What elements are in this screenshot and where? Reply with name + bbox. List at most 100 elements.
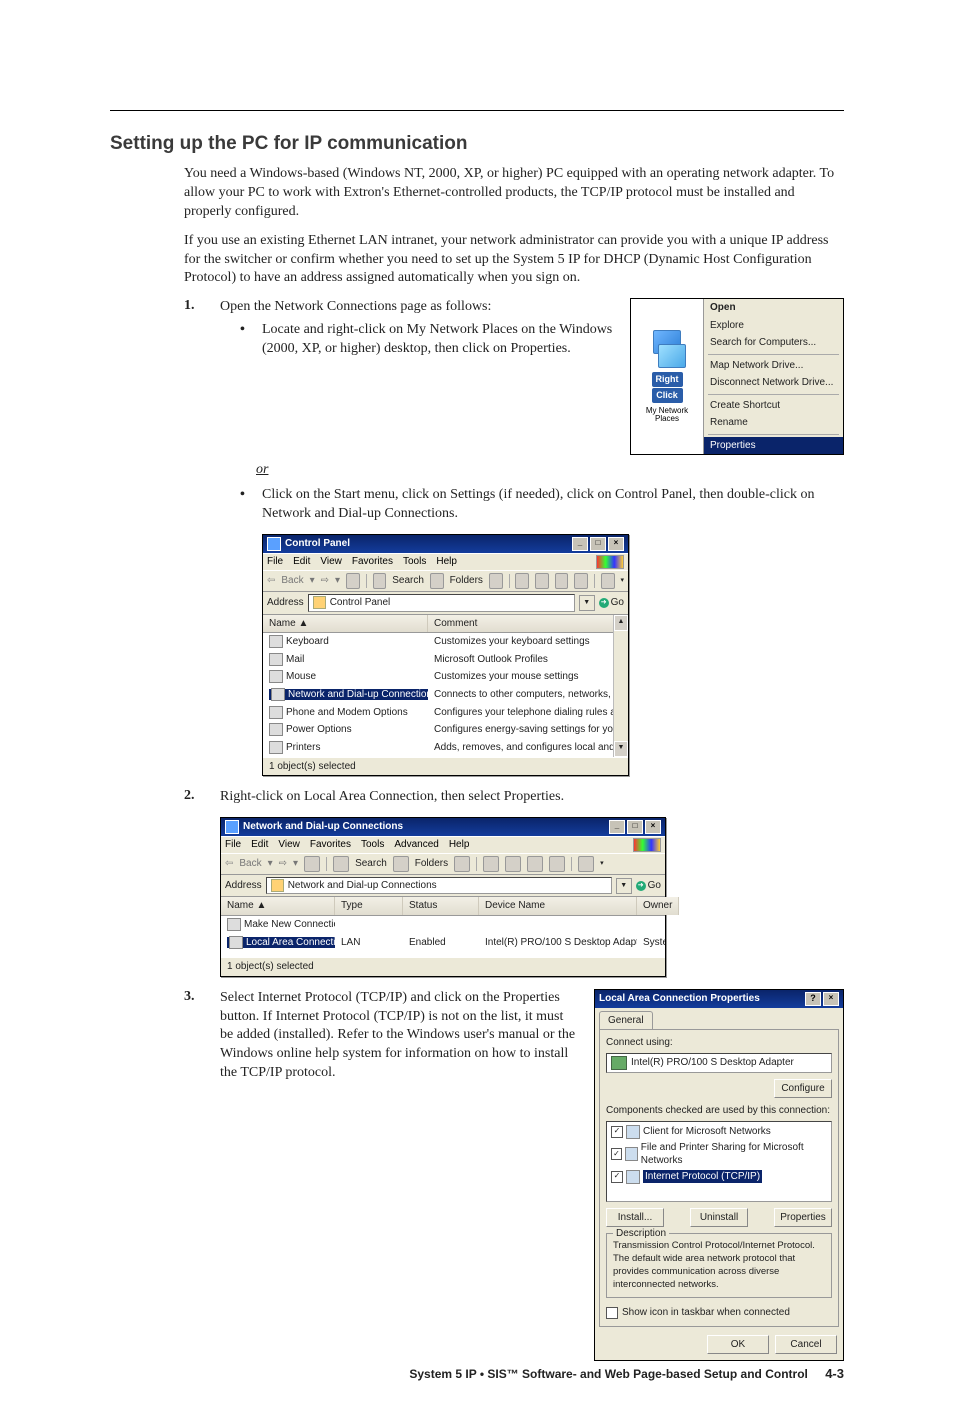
footer-page: 4-3 — [825, 1366, 844, 1381]
close-button[interactable]: × — [608, 537, 624, 551]
tab-general[interactable]: General — [599, 1011, 653, 1030]
checkbox[interactable]: ✓ — [611, 1126, 623, 1138]
list-item[interactable]: MouseCustomizes your mouse settings — [263, 668, 628, 686]
address-input[interactable]: Network and Dial-up Connections — [266, 877, 612, 895]
list-item[interactable]: Local Area ConnectionLANEnabledIntel(R) … — [221, 934, 665, 952]
window-titlebar[interactable]: Local Area Connection Properties ? × — [595, 990, 843, 1008]
ctx-properties[interactable]: Properties — [704, 437, 843, 455]
list-item[interactable]: Phone and Modem OptionsConfigures your t… — [263, 704, 628, 722]
ctx-map-drive[interactable]: Map Network Drive... — [704, 357, 843, 375]
menu-favorites[interactable]: Favorites — [352, 555, 393, 569]
menu-file[interactable]: File — [267, 555, 283, 569]
delete-icon[interactable] — [527, 856, 543, 872]
history-icon[interactable] — [454, 856, 470, 872]
folders-icon[interactable] — [393, 856, 409, 872]
properties-button[interactable]: Properties — [774, 1208, 832, 1228]
col-device[interactable]: Device Name — [479, 897, 637, 915]
up-icon[interactable] — [346, 573, 360, 589]
close-button[interactable]: × — [645, 820, 661, 834]
close-button[interactable]: × — [823, 992, 839, 1006]
col-name[interactable]: Name ▲ — [263, 615, 428, 633]
folders-icon[interactable] — [430, 573, 444, 589]
go-icon: ➜ — [636, 881, 646, 891]
install-button[interactable]: Install... — [606, 1208, 664, 1228]
menu-advanced[interactable]: Advanced — [394, 838, 438, 852]
list-item[interactable]: Make New Connection — [221, 916, 665, 934]
list-item[interactable]: Network and Dial-up ConnectionsConnects … — [263, 686, 628, 704]
move-icon[interactable] — [515, 573, 529, 589]
component-item[interactable]: ✓Internet Protocol (TCP/IP) — [609, 1169, 829, 1185]
window-titlebar[interactable]: Network and Dial-up Connections _ □ × — [221, 818, 665, 836]
configure-button[interactable]: Configure — [774, 1079, 832, 1099]
go-button[interactable]: ➜ Go — [599, 596, 624, 610]
scroll-down-icon[interactable]: ▼ — [614, 741, 628, 757]
toolbar-folders[interactable]: Folders — [415, 857, 448, 871]
menu-help[interactable]: Help — [436, 555, 457, 569]
show-icon-checkbox[interactable] — [606, 1307, 618, 1319]
ctx-search-computers[interactable]: Search for Computers... — [704, 334, 843, 352]
go-button[interactable]: ➜ Go — [636, 879, 661, 893]
maximize-button[interactable]: □ — [627, 820, 643, 834]
component-item[interactable]: ✓File and Printer Sharing for Microsoft … — [609, 1140, 829, 1169]
copy-icon[interactable] — [505, 856, 521, 872]
search-icon[interactable] — [333, 856, 349, 872]
uninstall-button[interactable]: Uninstall — [690, 1208, 748, 1228]
history-icon[interactable] — [489, 573, 503, 589]
menu-favorites[interactable]: Favorites — [310, 838, 351, 852]
menu-view[interactable]: View — [278, 838, 300, 852]
address-dropdown[interactable]: ▼ — [579, 595, 595, 611]
undo-icon[interactable] — [574, 573, 588, 589]
menu-file[interactable]: File — [225, 838, 241, 852]
maximize-button[interactable]: □ — [590, 537, 606, 551]
checkbox[interactable]: ✓ — [611, 1171, 623, 1183]
move-icon[interactable] — [483, 856, 499, 872]
ctx-open[interactable]: Open — [704, 299, 843, 317]
window-titlebar[interactable]: Control Panel _ □ × — [263, 535, 628, 553]
network-places-label: My Network Places — [633, 407, 701, 423]
menu-tools[interactable]: Tools — [361, 838, 384, 852]
scrollbar[interactable]: ▲ ▼ — [613, 615, 628, 757]
minimize-button[interactable]: _ — [572, 537, 588, 551]
description-legend: Description — [613, 1227, 669, 1241]
toolbar-search[interactable]: Search — [392, 574, 424, 588]
address-dropdown[interactable]: ▼ — [616, 878, 632, 894]
up-icon[interactable] — [304, 856, 320, 872]
list-item[interactable]: PrintersAdds, removes, and configures lo… — [263, 739, 628, 757]
list-item[interactable]: KeyboardCustomizes your keyboard setting… — [263, 633, 628, 651]
copy-icon[interactable] — [535, 573, 549, 589]
back-button[interactable]: Back — [239, 857, 261, 871]
toolbar-folders[interactable]: Folders — [450, 574, 483, 588]
menu-view[interactable]: View — [320, 555, 342, 569]
col-comment[interactable]: Comment — [428, 615, 614, 633]
views-icon[interactable] — [601, 573, 615, 589]
col-owner[interactable]: Owner — [637, 897, 679, 915]
undo-icon[interactable] — [549, 856, 565, 872]
views-icon[interactable] — [578, 856, 594, 872]
list-item[interactable]: MailMicrosoft Outlook Profiles — [263, 651, 628, 669]
col-name[interactable]: Name ▲ — [221, 897, 335, 915]
col-type[interactable]: Type — [335, 897, 403, 915]
component-item[interactable]: ✓Client for Microsoft Networks — [609, 1124, 829, 1140]
toolbar-search[interactable]: Search — [355, 857, 387, 871]
ctx-create-shortcut[interactable]: Create Shortcut — [704, 397, 843, 415]
ok-button[interactable]: OK — [707, 1335, 769, 1355]
help-button[interactable]: ? — [805, 992, 821, 1006]
list-item[interactable]: Power OptionsConfigures energy-saving se… — [263, 721, 628, 739]
search-icon[interactable] — [373, 573, 387, 589]
col-status[interactable]: Status — [403, 897, 479, 915]
cancel-button[interactable]: Cancel — [775, 1335, 837, 1355]
back-button[interactable]: Back — [281, 574, 303, 588]
ctx-rename[interactable]: Rename — [704, 414, 843, 432]
minimize-button[interactable]: _ — [609, 820, 625, 834]
address-input[interactable]: Control Panel — [308, 594, 575, 612]
menu-tools[interactable]: Tools — [403, 555, 426, 569]
ctx-explore[interactable]: Explore — [704, 317, 843, 335]
delete-icon[interactable] — [555, 573, 569, 589]
menu-edit[interactable]: Edit — [293, 555, 310, 569]
menu-edit[interactable]: Edit — [251, 838, 268, 852]
scroll-up-icon[interactable]: ▲ — [614, 615, 628, 631]
menu-help[interactable]: Help — [449, 838, 470, 852]
components-listbox[interactable]: ✓Client for Microsoft Networks✓File and … — [606, 1121, 832, 1202]
checkbox[interactable]: ✓ — [611, 1148, 622, 1160]
ctx-disconnect-drive[interactable]: Disconnect Network Drive... — [704, 374, 843, 392]
